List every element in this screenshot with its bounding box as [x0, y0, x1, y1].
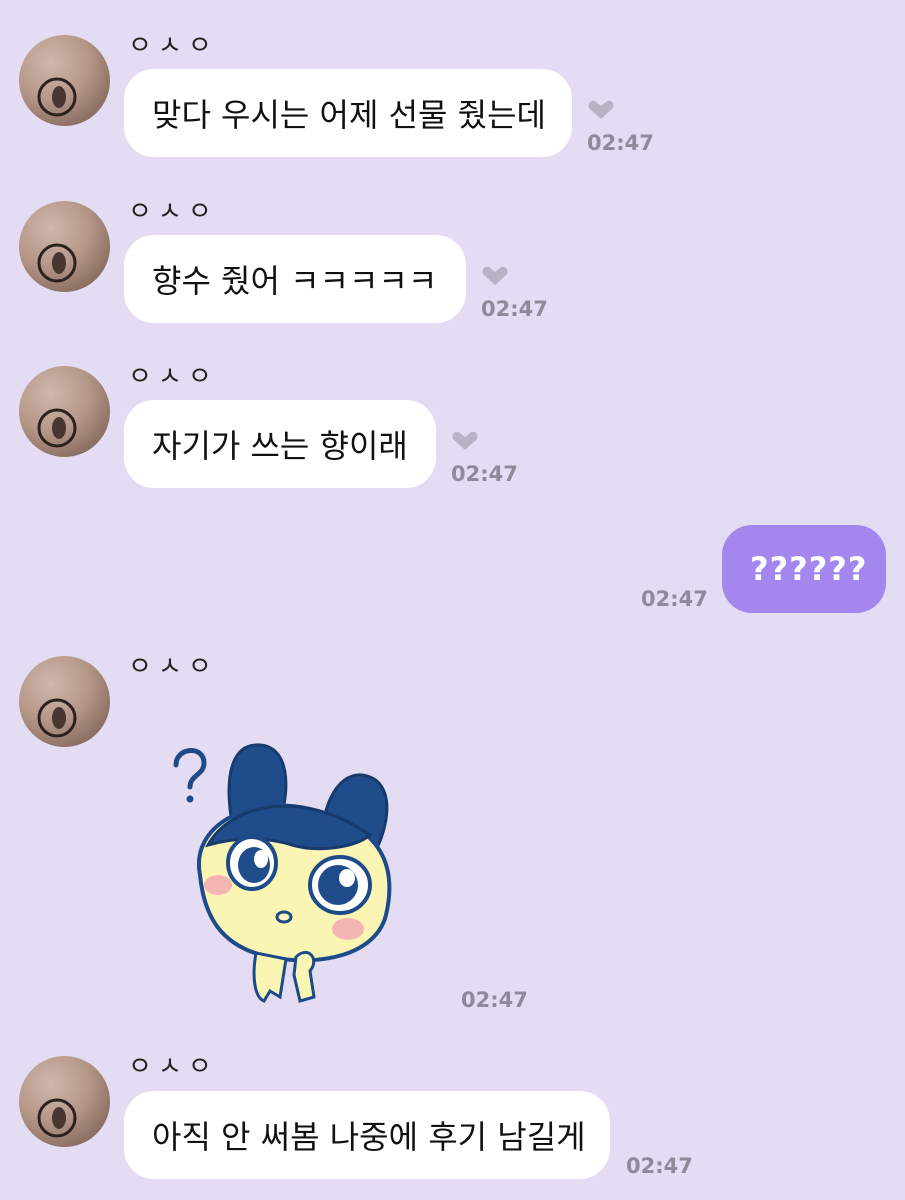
avatar[interactable]	[19, 656, 110, 747]
message-bubble-outgoing[interactable]: ??????	[722, 525, 886, 613]
heart-tag-icon[interactable]	[587, 99, 615, 121]
timestamp: 02:47	[461, 988, 528, 1012]
sender-name: ㅇㅅㅇ	[128, 1052, 218, 1082]
avatar[interactable]	[19, 201, 110, 292]
message-bubble[interactable]: 아직 안 써봄 나중에 후기 남길게	[124, 1091, 610, 1179]
avatar[interactable]	[19, 35, 110, 126]
timestamp: 02:47	[481, 297, 548, 321]
message-bubble[interactable]: 자기가 쓰는 향이래	[124, 400, 436, 488]
message-bubble[interactable]: 향수 줬어 ㅋㅋㅋㅋㅋ	[124, 235, 466, 323]
sender-name: ㅇㅅㅇ	[128, 31, 218, 61]
avatar[interactable]	[19, 1056, 110, 1147]
sender-name: ㅇㅅㅇ	[128, 652, 218, 682]
timestamp: 02:47	[451, 462, 518, 486]
heart-tag-icon[interactable]	[481, 265, 509, 287]
timestamp: 02:47	[626, 1154, 693, 1178]
message-bubble[interactable]: 맞다 우시는 어제 선물 줬는데	[124, 69, 572, 157]
sender-name: ㅇㅅㅇ	[128, 362, 218, 392]
timestamp: 02:47	[587, 131, 654, 155]
sender-name: ㅇㅅㅇ	[128, 197, 218, 227]
question-mark-character-sticker[interactable]	[160, 735, 400, 1015]
heart-tag-icon[interactable]	[451, 430, 479, 452]
timestamp: 02:47	[641, 587, 708, 611]
avatar[interactable]	[19, 366, 110, 457]
